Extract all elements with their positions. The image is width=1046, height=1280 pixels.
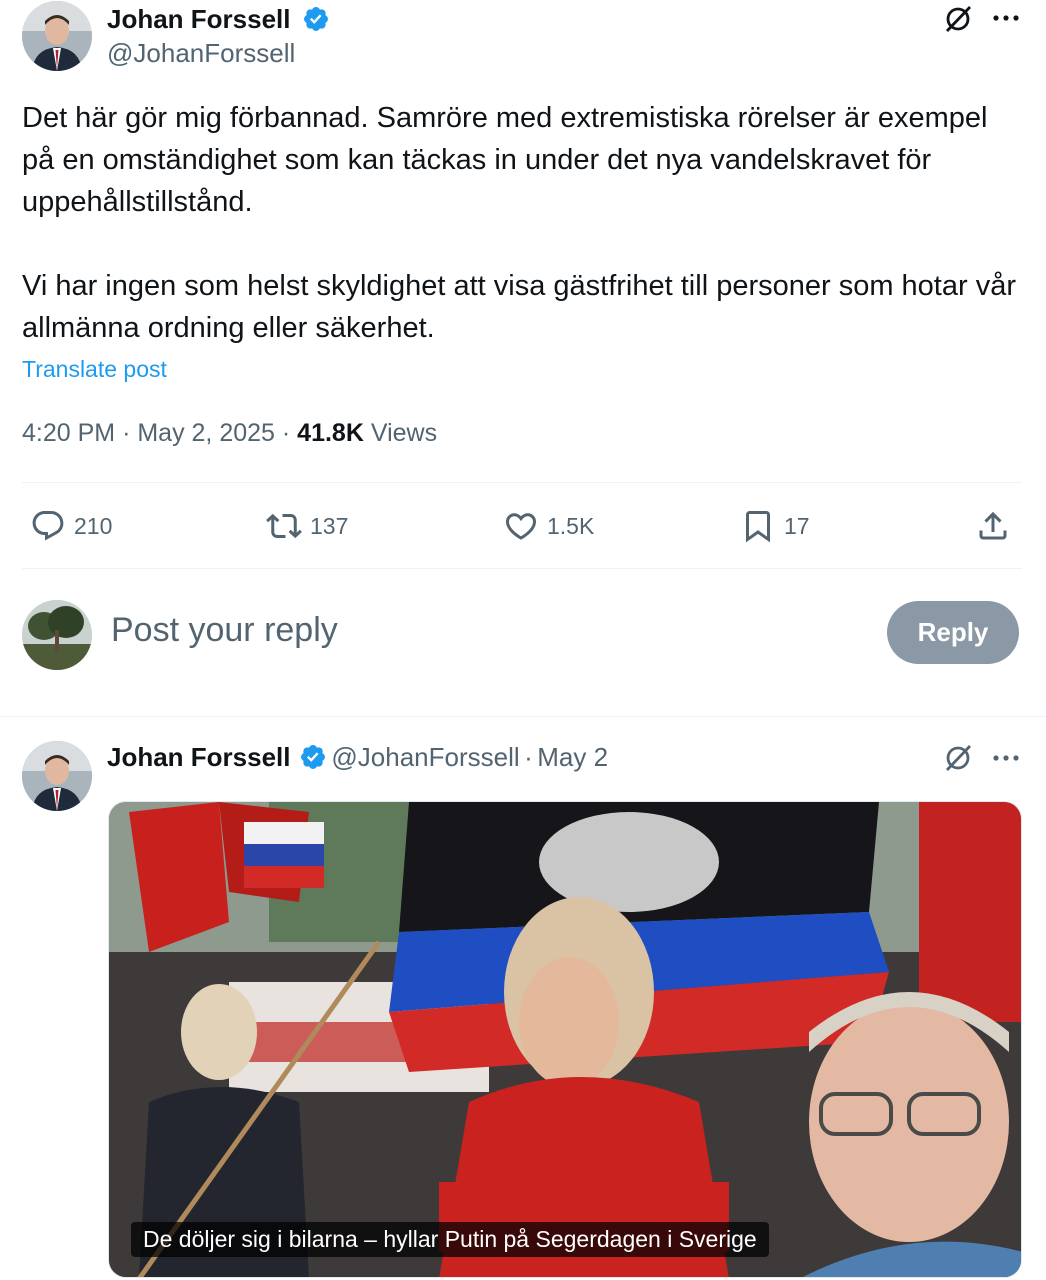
verified-badge-icon [303,7,328,31]
grok-icon[interactable] [943,4,973,34]
reply-action[interactable]: 210 [30,506,112,546]
author-avatar[interactable] [22,1,92,71]
reply-count: 210 [74,512,113,539]
translate-post-link[interactable]: Translate post [22,356,167,383]
meta-separator: · [122,419,138,447]
like-action[interactable]: 1.5K [503,506,594,546]
like-count: 1.5K [547,512,595,539]
divider [22,568,1022,569]
post-date[interactable]: May 2, 2025 [137,419,275,447]
author-handle[interactable]: @JohanForssell [107,38,295,69]
author-name[interactable]: Johan Forssell [107,742,291,772]
repost-icon [266,513,302,539]
views-count: 41.8K [297,419,364,447]
post-date[interactable]: May 2 [537,742,608,772]
author-avatar[interactable] [22,741,92,811]
bookmark-icon [746,511,770,543]
repost-action[interactable]: 137 [266,506,348,546]
divider [22,482,1022,483]
post-text: Det här gör mig förbannad. Samröre med e… [22,102,1016,344]
post-time[interactable]: 4:20 PM [22,419,115,447]
grok-icon[interactable] [943,743,973,773]
like-icon [505,513,537,540]
more-icon[interactable] [990,8,1022,28]
divider [0,716,1046,717]
views-label: Views [370,419,438,447]
reply-button[interactable]: Reply [887,601,1019,664]
meta-separator: · [281,419,298,447]
share-icon [979,511,1007,540]
author-name[interactable]: Johan Forssell [107,4,291,34]
more-icon[interactable] [990,748,1022,768]
reply-input[interactable]: Post your reply [111,611,338,650]
post-metadata: 4:20 PM · May 2, 2025 · 41.8K Views [22,419,437,448]
bookmark-action[interactable]: 17 [740,506,810,546]
author-handle[interactable]: @JohanForssell [331,742,519,772]
user-avatar[interactable] [22,600,92,670]
media-photo [109,802,1021,1277]
bookmark-count: 17 [784,512,810,539]
repost-count: 137 [310,512,349,539]
media-caption: De döljer sig i bilarna – hyllar Putin p… [131,1222,769,1257]
reply-icon [32,511,64,541]
meta-separator: · [524,742,533,772]
verified-badge-icon [300,745,325,769]
post-media-image[interactable]: De döljer sig i bilarna – hyllar Putin p… [108,801,1022,1278]
share-action[interactable] [975,506,1019,546]
